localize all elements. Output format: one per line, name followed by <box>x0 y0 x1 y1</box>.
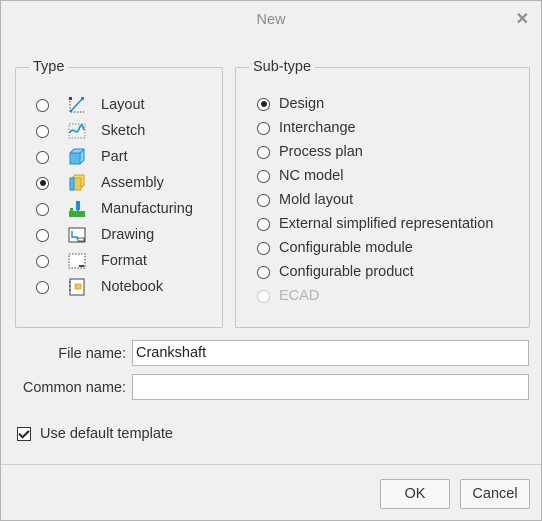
subtype-radio-design[interactable] <box>257 97 270 111</box>
type-radio-part[interactable] <box>36 150 49 164</box>
notebook-icon <box>69 278 85 296</box>
title-bar: New ✕ <box>1 1 541 39</box>
subtype-radio-configurable-module[interactable] <box>257 241 270 255</box>
subtype-group-label: Sub-type <box>249 59 316 75</box>
type-label-part: Part <box>101 149 128 165</box>
assembly-icon <box>69 174 85 191</box>
subtype-label-nc-model: NC model <box>279 168 344 184</box>
cancel-button[interactable]: Cancel <box>460 479 530 509</box>
subtype-radio-configurable-product[interactable] <box>257 265 270 279</box>
sketch-icon <box>68 123 86 139</box>
use-default-template-checkbox[interactable] <box>17 427 31 441</box>
drawing-icon <box>68 227 86 243</box>
type-label-drawing: Drawing <box>101 227 155 243</box>
part-icon <box>69 148 85 165</box>
subtype-label-process-plan: Process plan <box>279 144 363 160</box>
type-label-notebook: Notebook <box>101 279 164 295</box>
type-radio-layout[interactable] <box>36 98 49 112</box>
type-label-assembly: Assembly <box>101 175 164 191</box>
type-option-layout[interactable]: Layout <box>36 94 145 116</box>
common-name-field[interactable] <box>132 374 529 400</box>
footer-separator <box>1 464 541 465</box>
subtype-option-process-plan[interactable]: Process plan <box>257 141 363 163</box>
subtype-option-external-simplified-representation[interactable]: External simplified representation <box>257 213 493 235</box>
type-radio-manufacturing[interactable] <box>36 202 49 216</box>
type-label-manufacturing: Manufacturing <box>101 201 193 217</box>
subtype-radio-interchange[interactable] <box>257 121 270 135</box>
type-label-layout: Layout <box>101 97 145 113</box>
type-radio-assembly[interactable] <box>36 176 49 190</box>
subtype-option-interchange[interactable]: Interchange <box>257 117 356 139</box>
subtype-radio-nc-model[interactable] <box>257 169 270 183</box>
type-radio-format[interactable] <box>36 254 49 268</box>
subtype-group: Sub-type Design Interchange Process plan… <box>235 59 530 328</box>
layout-icon <box>69 97 84 113</box>
common-name-label: Common name: <box>22 380 126 396</box>
subtype-option-configurable-product[interactable]: Configurable product <box>257 261 414 283</box>
close-icon[interactable]: ✕ <box>516 9 529 29</box>
subtype-option-configurable-module[interactable]: Configurable module <box>257 237 413 259</box>
file-name-label: File name: <box>58 346 126 362</box>
use-default-template-option[interactable]: Use default template <box>17 426 173 442</box>
ok-button[interactable]: OK <box>380 479 450 509</box>
subtype-radio-process-plan[interactable] <box>257 145 270 159</box>
subtype-option-mold-layout[interactable]: Mold layout <box>257 189 353 211</box>
type-group: Type Layout Sketch Part Assembly Manufac… <box>15 59 223 328</box>
file-name-field[interactable]: Crankshaft <box>132 340 529 366</box>
type-option-notebook[interactable]: Notebook <box>36 276 163 298</box>
type-option-assembly[interactable]: Assembly <box>36 172 164 194</box>
type-option-sketch[interactable]: Sketch <box>36 120 145 142</box>
type-option-format[interactable]: Format <box>36 250 147 272</box>
dialog-title: New <box>256 12 286 28</box>
subtype-radio-external-simplified-representation[interactable] <box>257 217 270 231</box>
subtype-label-mold-layout: Mold layout <box>279 192 354 208</box>
subtype-label-ecad: ECAD <box>279 288 320 304</box>
type-radio-drawing[interactable] <box>36 228 49 242</box>
subtype-label-interchange: Interchange <box>279 120 356 136</box>
type-radio-sketch[interactable] <box>36 124 49 138</box>
subtype-label-design: Design <box>279 96 325 112</box>
use-default-template-label: Use default template <box>40 426 173 442</box>
subtype-radio-mold-layout[interactable] <box>257 193 270 207</box>
manufacturing-icon <box>69 201 85 217</box>
type-label-format: Format <box>101 253 147 269</box>
type-radio-notebook[interactable] <box>36 280 49 294</box>
subtype-option-nc-model[interactable]: NC model <box>257 165 343 187</box>
subtype-option-ecad: ECAD <box>257 285 319 307</box>
subtype-radio-ecad <box>257 289 270 303</box>
new-dialog: New ✕ Type Layout Sketch Part Assembly M… <box>0 0 542 521</box>
subtype-label-external-simplified-representation: External simplified representation <box>279 216 494 232</box>
type-option-part[interactable]: Part <box>36 146 128 168</box>
subtype-label-configurable-product: Configurable product <box>279 264 414 280</box>
type-label-sketch: Sketch <box>101 123 146 139</box>
subtype-label-configurable-module: Configurable module <box>279 240 413 256</box>
type-option-drawing[interactable]: Drawing <box>36 224 154 246</box>
subtype-option-design[interactable]: Design <box>257 93 324 115</box>
format-icon <box>68 253 86 269</box>
type-group-label: Type <box>29 59 69 75</box>
type-option-manufacturing[interactable]: Manufacturing <box>36 198 193 220</box>
